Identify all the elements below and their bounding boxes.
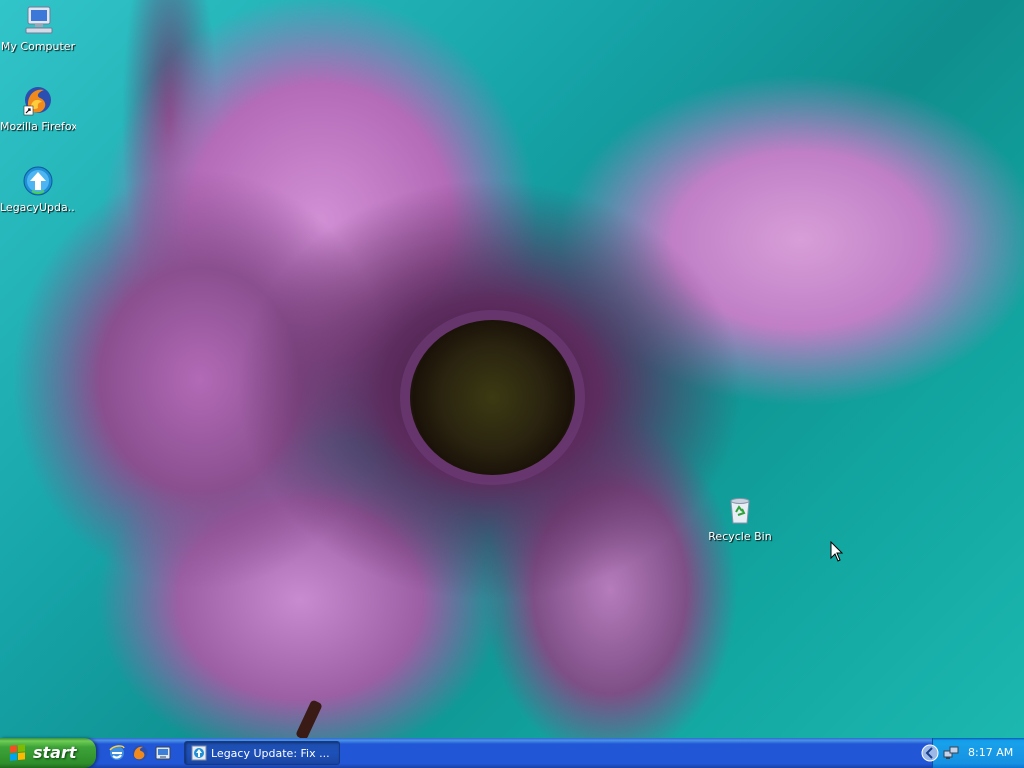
- system-tray: 8:17 AM: [921, 738, 1024, 768]
- show-desktop-icon[interactable]: [154, 744, 172, 762]
- desktop-icon-label: My Computer: [0, 40, 76, 53]
- computer-icon: [22, 4, 54, 36]
- taskbar-item-legacy-update[interactable]: Legacy Update: Fix ...: [184, 741, 340, 765]
- taskbar: start Legacy Update: Fix ... 8:17 AM: [0, 738, 1024, 768]
- recycle-bin-icon: [724, 494, 756, 526]
- desktop-icon-label: LegacyUpda...: [0, 201, 76, 214]
- desktop-icon-my-computer[interactable]: My Computer: [0, 4, 76, 53]
- windows-logo-icon: [10, 744, 27, 762]
- desktop-icon-label: Recycle Bin: [708, 530, 772, 543]
- wallpaper-flower-center: [410, 320, 575, 475]
- clock[interactable]: 8:17 AM: [968, 746, 1013, 759]
- desktop-icon-legacy-update[interactable]: LegacyUpda...: [0, 165, 76, 214]
- firefox-icon: [22, 84, 54, 116]
- desktop-icon-label: Mozilla Firefox: [0, 120, 76, 133]
- network-icon[interactable]: [943, 745, 959, 761]
- desktop-icon-recycle-bin[interactable]: Recycle Bin: [702, 494, 778, 543]
- chevron-left-icon[interactable]: [921, 744, 939, 762]
- legacy-update-icon: [22, 165, 54, 197]
- desktop-icon-firefox[interactable]: Mozilla Firefox: [0, 84, 76, 133]
- wallpaper-flower-stem: [295, 699, 323, 741]
- start-button[interactable]: start: [0, 738, 96, 768]
- mouse-cursor: [830, 541, 844, 562]
- start-label: start: [33, 743, 77, 762]
- firefox-icon[interactable]: [131, 744, 149, 762]
- taskbar-item-label: Legacy Update: Fix ...: [211, 747, 330, 760]
- internet-explorer-icon[interactable]: [108, 744, 126, 762]
- legacy-update-icon: [191, 745, 207, 761]
